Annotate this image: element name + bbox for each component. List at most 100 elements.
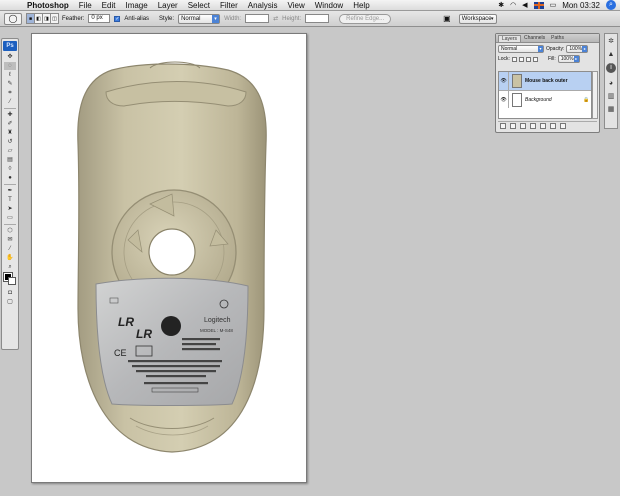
histogram-icon[interactable]: ◕ [606,79,616,89]
quick-mask-icon[interactable]: ◘ [4,289,16,297]
eyedropper2-tool-icon[interactable]: ⁄ [4,245,16,253]
feather-input[interactable]: 0 px [88,14,111,23]
link-layers-icon[interactable] [500,123,506,129]
intersect-selection-button[interactable]: ◫ [50,13,59,24]
palette-well-icon[interactable]: ▣ [443,14,451,23]
layer-thumbnail [512,74,522,88]
battery-icon[interactable]: ▭ [550,1,557,9]
opacity-input[interactable]: 100% ▸ [566,45,589,53]
color-icon[interactable]: ▲ [606,50,616,60]
marquee-tool-icon[interactable]: ◌ [4,62,16,70]
refine-edge-button[interactable]: Refine Edge... [339,13,392,24]
menu-select[interactable]: Select [183,1,215,10]
menu-file[interactable]: File [74,1,97,10]
move-tool-icon[interactable]: ✥ [4,53,16,61]
ul-mark: LR [136,327,152,341]
history-brush-tool-icon[interactable]: ↺ [4,138,16,146]
spotlight-icon[interactable]: ⌕ [606,0,616,10]
menu-app[interactable]: Photoshop [22,1,74,10]
adjustment-layer-icon[interactable] [530,123,536,129]
ps-logo[interactable]: Ps [3,41,17,51]
pen-tool-icon[interactable]: ✒ [4,187,16,195]
blur-tool-icon[interactable]: ◊ [4,165,16,173]
trash-icon[interactable] [560,123,566,129]
screen-mode-icon[interactable]: ▢ [4,298,16,306]
menu-edit[interactable]: Edit [97,1,121,10]
menu-analysis[interactable]: Analysis [243,1,283,10]
menu-window[interactable]: Window [310,1,348,10]
eyedropper-tool-icon[interactable]: ⁄ [4,98,16,106]
brushes-icon[interactable]: ✲ [606,37,616,47]
brush-tool-icon[interactable]: ✐ [4,120,16,128]
eraser-tool-icon[interactable]: ▱ [4,147,16,155]
volume-icon[interactable]: ◀ [522,1,527,9]
tab-channels[interactable]: Channels [521,35,548,42]
swap-icon[interactable]: ⇄ [273,15,278,22]
menu-layer[interactable]: Layer [153,1,183,10]
clone-tool-icon[interactable]: ♜ [4,129,16,137]
ellipse-marquee-icon: ◯ [8,14,18,23]
layer-name[interactable]: Mouse back outer [525,78,591,84]
input-flag-icon[interactable] [533,1,544,9]
path-select-tool-icon[interactable]: ➤ [4,205,16,213]
blend-row: Normal ▾ Opacity: 100% ▸ [496,45,599,53]
healing-tool-icon[interactable]: ✚ [4,111,16,119]
lock-icon: 🔒 [583,96,590,103]
screw-hole [161,316,181,336]
tool-preset-picker[interactable]: ◯ [4,12,22,25]
chevron-icon: ▾ [538,46,543,52]
shape-tool-icon[interactable]: ▭ [4,214,16,222]
layer-row[interactable]: 👁 Mouse back outer [499,72,591,90]
layer-mask-icon[interactable] [520,123,526,129]
type-tool-icon[interactable]: T [4,196,16,204]
document-canvas[interactable]: LR LR CE Logitech MODEL : M-S48 [31,33,307,483]
hand-tool-icon[interactable]: ✋ [4,254,16,262]
layer-row[interactable]: 👁 Background 🔒 [499,90,591,108]
tab-layers[interactable]: Layers [498,35,522,42]
background-color-swatch[interactable] [8,277,16,285]
bluetooth-icon[interactable]: ✱ [498,1,504,9]
layers-scrollbar[interactable] [592,71,598,119]
layer-style-icon[interactable] [510,123,516,129]
menu-filter[interactable]: Filter [215,1,243,10]
adjustments-icon[interactable]: ▥ [606,92,616,102]
quick-select-tool-icon[interactable]: ✎ [4,80,16,88]
opacity-label: Opacity: [546,46,565,52]
menu-image[interactable]: Image [120,1,152,10]
menu-view[interactable]: View [283,1,310,10]
new-group-icon[interactable] [540,123,546,129]
eye-icon[interactable]: 👁 [499,91,509,108]
opacity-value: 100% [569,46,583,52]
wifi-icon[interactable]: ◠ [510,1,516,9]
3d-tool-icon[interactable]: ⬡ [4,227,16,235]
lock-position-button[interactable] [525,56,531,62]
menu-help[interactable]: Help [348,1,374,10]
antialias-checkbox[interactable]: ✓ [114,15,121,22]
height-label: Height: [282,15,302,22]
eye-icon[interactable]: 👁 [499,72,509,90]
tab-paths[interactable]: Paths [548,35,567,42]
lock-pixels-button[interactable] [518,56,524,62]
style-label: Style: [159,15,175,22]
fill-input[interactable]: 100% ▸ [557,55,580,63]
menu-clock[interactable]: Mon 03:32 [562,1,600,10]
blend-mode-select[interactable]: Normal ▾ [498,45,544,53]
crop-tool-icon[interactable]: ⌗ [4,89,16,97]
new-layer-icon[interactable] [550,123,556,129]
brand-text: Logitech [204,317,231,324]
notes-tool-icon[interactable]: ✉ [4,236,16,244]
layers-footer [498,121,597,130]
width-input[interactable] [245,14,270,23]
lock-transparency-button[interactable] [511,56,517,62]
info-icon[interactable]: i [606,63,616,73]
layer-name[interactable]: Background [525,97,583,103]
workspace-button[interactable]: Workspace ▾ [458,13,497,24]
style-select[interactable]: Normal ▾ [178,13,221,24]
dodge-tool-icon[interactable]: ● [4,174,16,182]
zoom-tool-icon[interactable]: ⌕ [4,263,16,271]
height-input[interactable] [305,14,330,23]
lock-all-button[interactable] [532,56,538,62]
lasso-tool-icon[interactable]: ℓ [4,71,16,79]
styles-icon[interactable]: ▦ [606,105,616,115]
gradient-tool-icon[interactable]: ▤ [4,156,16,164]
